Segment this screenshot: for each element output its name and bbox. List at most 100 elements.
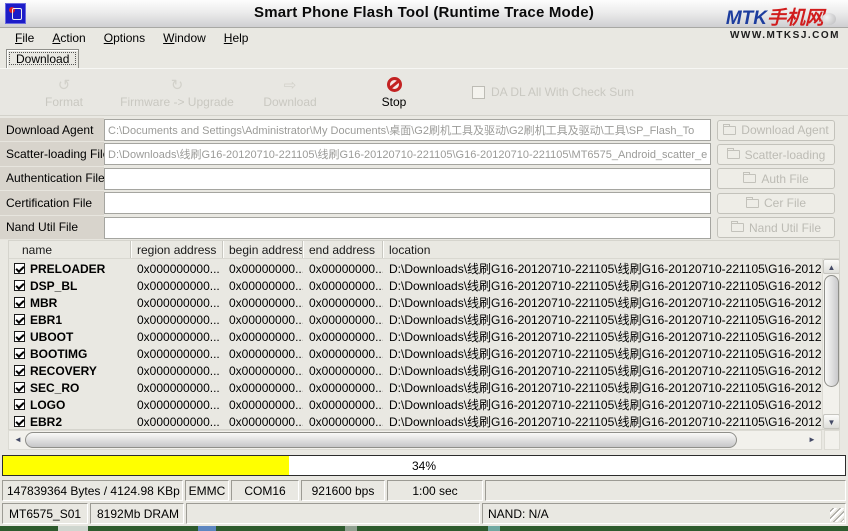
partition-name: SEC_RO xyxy=(30,381,79,395)
partition-name-cell: UBOOT xyxy=(9,330,131,344)
taskbar-edge xyxy=(0,526,848,531)
column-header-begin-address[interactable]: begin address xyxy=(223,241,303,258)
partition-name-cell: BOOTIMG xyxy=(9,347,131,361)
tab-download[interactable]: Download xyxy=(6,49,79,68)
menu-item-window[interactable]: Window xyxy=(154,29,215,47)
column-header-name[interactable]: name xyxy=(9,241,131,258)
download-icon: ⇨ xyxy=(284,76,297,95)
partition-name-cell: RECOVERY xyxy=(9,364,131,378)
field-input-certification-file[interactable] xyxy=(104,192,711,214)
region-address-cell: 0x000000000... xyxy=(131,347,223,361)
scroll-right-arrow-icon[interactable]: ► xyxy=(804,432,820,448)
menu-item-options[interactable]: Options xyxy=(95,29,154,47)
scroll-left-arrow-icon[interactable]: ◄ xyxy=(10,432,26,448)
vertical-scrollbar[interactable]: ▲ ▼ xyxy=(822,259,839,429)
scrollbar-corner xyxy=(824,430,840,450)
browse-button-auth-file[interactable]: Auth File xyxy=(717,168,835,189)
region-address-cell: 0x000000000... xyxy=(131,415,223,429)
row-checkbox[interactable] xyxy=(14,416,25,427)
toolbar-button-format[interactable]: ↺Format xyxy=(12,72,116,112)
taskbar-speck xyxy=(58,526,88,531)
location-cell: D:\Downloads\线刷G16-20120710-221105\线刷G16… xyxy=(383,362,822,379)
partition-name: PRELOADER xyxy=(30,262,105,276)
row-checkbox[interactable] xyxy=(14,348,25,359)
partition-name-cell: DSP_BL xyxy=(9,279,131,293)
format-icon: ↺ xyxy=(58,76,71,95)
partition-name: MBR xyxy=(30,296,57,310)
progress-bar: 34% xyxy=(2,455,846,476)
partition-name: DSP_BL xyxy=(30,279,77,293)
title-bar: Smart Phone Flash Tool (Runtime Trace Mo… xyxy=(0,0,848,28)
field-input-scatter-loading-file[interactable] xyxy=(104,143,711,165)
progress-percent: 34% xyxy=(3,459,845,473)
table-row-preloader: PRELOADER0x000000000...0x00000000...0x00… xyxy=(9,260,822,277)
partition-name: BOOTIMG xyxy=(30,347,87,361)
end-address-cell: 0x00000000... xyxy=(303,381,383,395)
menu-item-action[interactable]: Action xyxy=(43,29,94,47)
status-bar-bottom: MT6575_S018192Mb DRAMNAND: N/A xyxy=(0,502,848,525)
da-dl-checkbox[interactable]: DA DL All With Check Sum xyxy=(472,85,634,99)
location-cell: D:\Downloads\线刷G16-20120710-221105\线刷G16… xyxy=(383,328,822,345)
field-input-authentication-file[interactable] xyxy=(104,168,711,190)
table-row-logo: LOGO0x000000000...0x00000000...0x0000000… xyxy=(9,396,822,413)
row-checkbox[interactable] xyxy=(14,399,25,410)
row-checkbox[interactable] xyxy=(14,331,25,342)
region-address-cell: 0x000000000... xyxy=(131,398,223,412)
column-header-end-address[interactable]: end address xyxy=(303,241,383,258)
file-field-row: Scatter-loading File Scatter-loading xyxy=(0,142,848,166)
field-label-scatter-loading-file: Scatter-loading File xyxy=(0,142,104,166)
toolbar-button-label: Download xyxy=(263,95,316,109)
partition-name-cell: PRELOADER xyxy=(9,262,131,276)
table-header: name region address begin address end ad… xyxy=(9,241,839,259)
browse-button-label: Auth File xyxy=(761,172,808,186)
stop-icon xyxy=(387,76,402,95)
scroll-up-arrow-icon[interactable]: ▲ xyxy=(823,259,840,274)
vertical-scroll-thumb[interactable] xyxy=(824,275,839,387)
browse-button-download-agent[interactable]: Download Agent xyxy=(717,120,835,141)
horizontal-scroll-thumb[interactable] xyxy=(25,432,737,448)
row-checkbox[interactable] xyxy=(14,365,25,376)
end-address-cell: 0x00000000... xyxy=(303,347,383,361)
end-address-cell: 0x00000000... xyxy=(303,262,383,276)
partition-name-cell: LOGO xyxy=(9,398,131,412)
resize-grip[interactable] xyxy=(830,508,844,522)
menu-item-file[interactable]: File xyxy=(6,29,43,47)
field-input-nand-util-file[interactable] xyxy=(104,217,711,239)
browse-button-scatter-loading[interactable]: Scatter-loading xyxy=(717,144,835,165)
end-address-cell: 0x00000000... xyxy=(303,398,383,412)
location-cell: D:\Downloads\线刷G16-20120710-221105\线刷G16… xyxy=(383,294,822,311)
toolbar-button-download[interactable]: ⇨Download xyxy=(238,72,342,112)
browse-button-nand-util-file[interactable]: Nand Util File xyxy=(717,217,835,238)
column-header-region-address[interactable]: region address xyxy=(131,241,223,258)
field-label-certification-file: Certification File xyxy=(0,191,104,215)
row-checkbox[interactable] xyxy=(14,314,25,325)
row-checkbox[interactable] xyxy=(14,382,25,393)
folder-icon xyxy=(743,174,756,183)
partition-name-cell: EBR2 xyxy=(9,415,131,429)
region-address-cell: 0x000000000... xyxy=(131,262,223,276)
column-header-location[interactable]: location xyxy=(383,241,822,258)
file-field-row: Nand Util FileNand Util File xyxy=(0,216,848,240)
partition-name: EBR2 xyxy=(30,415,62,429)
table-row-mbr: MBR0x000000000...0x00000000...0x00000000… xyxy=(9,294,822,311)
table-row-bootimg: BOOTIMG0x000000000...0x00000000...0x0000… xyxy=(9,345,822,362)
row-checkbox[interactable] xyxy=(14,263,25,274)
status-panel2-3 xyxy=(186,503,480,524)
browse-button-cer-file[interactable]: Cer File xyxy=(717,193,835,214)
menu-item-help[interactable]: Help xyxy=(215,29,258,47)
begin-address-cell: 0x00000000... xyxy=(223,364,303,378)
begin-address-cell: 0x00000000... xyxy=(223,381,303,395)
end-address-cell: 0x00000000... xyxy=(303,313,383,327)
row-checkbox[interactable] xyxy=(14,280,25,291)
scroll-down-arrow-icon[interactable]: ▼ xyxy=(823,414,840,429)
table-body: PRELOADER0x000000000...0x00000000...0x00… xyxy=(9,260,822,429)
row-checkbox[interactable] xyxy=(14,297,25,308)
location-cell: D:\Downloads\线刷G16-20120710-221105\线刷G16… xyxy=(383,396,822,413)
horizontal-scrollbar[interactable]: ◄ ► xyxy=(8,430,822,450)
browse-button-label: Scatter-loading xyxy=(745,148,826,162)
field-input-download-agent[interactable] xyxy=(104,119,711,141)
location-cell: D:\Downloads\线刷G16-20120710-221105\线刷G16… xyxy=(383,379,822,396)
toolbar-button-stop[interactable]: Stop xyxy=(342,72,446,112)
table-row-ebr2: EBR20x000000000...0x00000000...0x0000000… xyxy=(9,413,822,429)
toolbar-button-firmware-upgrade[interactable]: ↻Firmware -> Upgrade xyxy=(116,72,238,112)
